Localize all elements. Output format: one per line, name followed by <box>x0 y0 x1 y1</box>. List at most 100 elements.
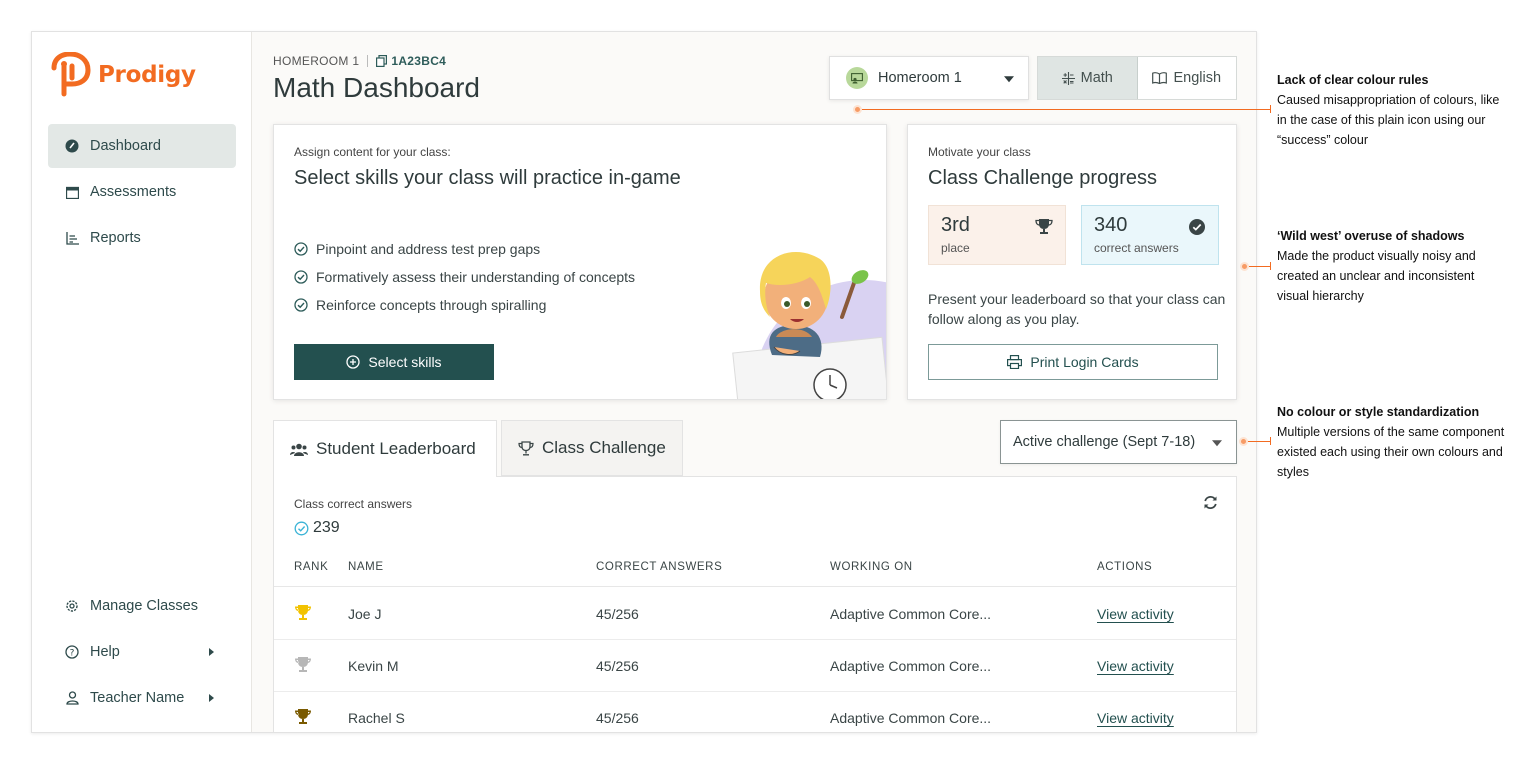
prodigy-logo[interactable]: Prodigy <box>48 52 196 98</box>
sidebar-item-manage-classes[interactable]: Manage Classes <box>48 584 236 628</box>
annotation-body: Caused misappropriation of colours, like… <box>1277 93 1500 147</box>
sidebar-item-help[interactable]: ? Help <box>48 630 236 674</box>
sidebar-item-label: Help <box>90 644 120 660</box>
view-activity-link[interactable]: View activity <box>1097 606 1174 622</box>
sidebar-item-label: Assessments <box>90 184 177 200</box>
sidebar-item-dashboard[interactable]: Dashboard <box>48 124 236 168</box>
page-title: Math Dashboard <box>273 72 481 103</box>
tab-label: Class Challenge <box>542 438 666 457</box>
class-select-value: Homeroom 1 <box>878 70 962 86</box>
check-circle-icon <box>294 270 308 284</box>
trophy-outline-icon <box>518 440 534 455</box>
open-book-icon <box>1152 72 1168 84</box>
breadcrumb-divider <box>367 55 369 67</box>
annotation-colour-rules: Lack of clear colour rules Caused misapp… <box>1277 70 1507 150</box>
sidebar-item-label: Manage Classes <box>90 598 198 614</box>
refresh-icon[interactable] <box>1203 495 1218 510</box>
gear-icon <box>64 598 80 614</box>
svg-text:?: ? <box>70 649 75 659</box>
annotation-shadows: ‘Wild west’ overuse of shadows Made the … <box>1277 226 1507 306</box>
sidebar-bottom-nav: Manage Classes ? Help Teacher Name <box>48 584 236 722</box>
challenge-card-title: Class Challenge progress <box>928 167 1158 189</box>
total-value: 239 <box>313 519 340 536</box>
select-skills-button[interactable]: Select skills <box>294 344 494 380</box>
annotation-leader-line <box>1248 441 1270 442</box>
table-header: RANK NAME CORRECT ANSWERS WORKING ON ACT… <box>274 561 1236 587</box>
calendar-icon <box>64 184 80 200</box>
user-icon <box>64 690 80 706</box>
math-operators-icon <box>1061 71 1075 85</box>
class-place-stat: 3rd place <box>928 205 1066 265</box>
subject-math-button[interactable]: Math <box>1038 57 1138 99</box>
view-activity-link[interactable]: View activity <box>1097 710 1174 726</box>
annotation-marker <box>853 105 862 114</box>
skills-card-title: Select skills your class will practice i… <box>294 167 681 189</box>
sidebar-item-reports[interactable]: Reports <box>48 216 236 260</box>
subject-toggle: Math English <box>1037 56 1237 100</box>
class-code[interactable]: 1A23BC4 <box>376 54 446 68</box>
class-challenge-card: Motivate your class Class Challenge prog… <box>907 124 1237 400</box>
copy-icon <box>376 55 388 67</box>
correct-answers-cell: 45/256 <box>596 710 639 726</box>
sidebar-item-label: Dashboard <box>90 138 161 154</box>
annotation-title: Lack of clear colour rules <box>1277 73 1429 87</box>
class-correct-answers-total: 239 <box>294 519 340 537</box>
bar-chart-icon <box>64 230 80 246</box>
chevron-down-icon <box>1212 440 1222 447</box>
sidebar-item-label: Reports <box>90 230 141 246</box>
student-name: Kevin M <box>348 658 399 674</box>
annotation-tick <box>1270 437 1271 445</box>
brand-name: Prodigy <box>98 62 196 88</box>
users-group-icon <box>290 443 308 456</box>
class-select-dropdown[interactable]: Homeroom 1 <box>829 56 1029 100</box>
annotation-marker <box>1240 262 1249 271</box>
annotation-leader-line <box>1249 266 1270 267</box>
printer-icon <box>1007 355 1023 369</box>
list-item: Reinforce concepts through spiralling <box>294 291 635 319</box>
app-window: Prodigy Dashboard Assessments Reports Ma… <box>31 31 1257 733</box>
prodigy-logo-icon <box>51 52 91 97</box>
check-circle-icon <box>294 521 309 535</box>
skills-card-label: Assign content for your class: <box>294 145 451 159</box>
select-skills-label: Select skills <box>368 354 442 370</box>
print-login-cards-label: Print Login Cards <box>1030 354 1139 370</box>
table-row: Rachel S 45/256 Adaptive Common Core... … <box>274 692 1236 732</box>
print-login-cards-button[interactable]: Print Login Cards <box>928 344 1218 380</box>
chevron-down-icon <box>1004 76 1014 83</box>
character-illustration <box>732 252 886 399</box>
leaderboard-panel: Class correct answers 239 RANK NAME CORR… <box>273 476 1237 732</box>
help-circle-icon: ? <box>64 644 80 660</box>
challenge-card-label: Motivate your class <box>928 145 1031 159</box>
subject-english-button[interactable]: English <box>1138 57 1237 99</box>
list-item: Pinpoint and address test prep gaps <box>294 235 635 263</box>
place-label: place <box>941 241 970 255</box>
annotation-marker <box>1239 437 1248 446</box>
tab-label: Student Leaderboard <box>316 439 476 458</box>
tab-class-challenge[interactable]: Class Challenge <box>501 420 683 476</box>
sidebar-item-assessments[interactable]: Assessments <box>48 170 236 214</box>
correct-answers-cell: 45/256 <box>596 606 639 622</box>
tab-student-leaderboard[interactable]: Student Leaderboard <box>273 420 497 477</box>
trophy-icon <box>1035 219 1053 234</box>
sidebar-item-teacher[interactable]: Teacher Name <box>48 676 236 720</box>
bullet-text: Reinforce concepts through spiralling <box>316 297 547 313</box>
gold-trophy-icon <box>294 604 312 624</box>
active-challenge-dropdown[interactable]: Active challenge (Sept 7-18) <box>1000 420 1237 464</box>
column-header-actions: ACTIONS <box>1097 561 1153 573</box>
correct-answers-stat: 340 correct answers <box>1081 205 1219 265</box>
subject-english-label: English <box>1173 70 1222 86</box>
select-skills-card: Assign content for your class: Select sk… <box>273 124 887 400</box>
subject-math-label: Math <box>1080 70 1113 86</box>
annotation-tick <box>1270 105 1271 113</box>
annotation-title: No colour or style standardization <box>1277 405 1480 419</box>
class-correct-answers-label: Class correct answers <box>294 497 413 511</box>
main-content: HOMEROOM 1 1A23BC4 Math Dashboard Homero… <box>253 32 1256 732</box>
dashboard-gauge-icon <box>64 138 80 154</box>
annotation-tick <box>1270 262 1271 270</box>
chevron-right-icon <box>209 694 214 702</box>
annotation-leader-line <box>862 109 1270 110</box>
student-name: Joe J <box>348 606 382 622</box>
view-activity-link[interactable]: View activity <box>1097 658 1174 674</box>
breadcrumb: HOMEROOM 1 1A23BC4 <box>273 54 446 68</box>
sidebar: Prodigy Dashboard Assessments Reports Ma… <box>32 32 252 732</box>
